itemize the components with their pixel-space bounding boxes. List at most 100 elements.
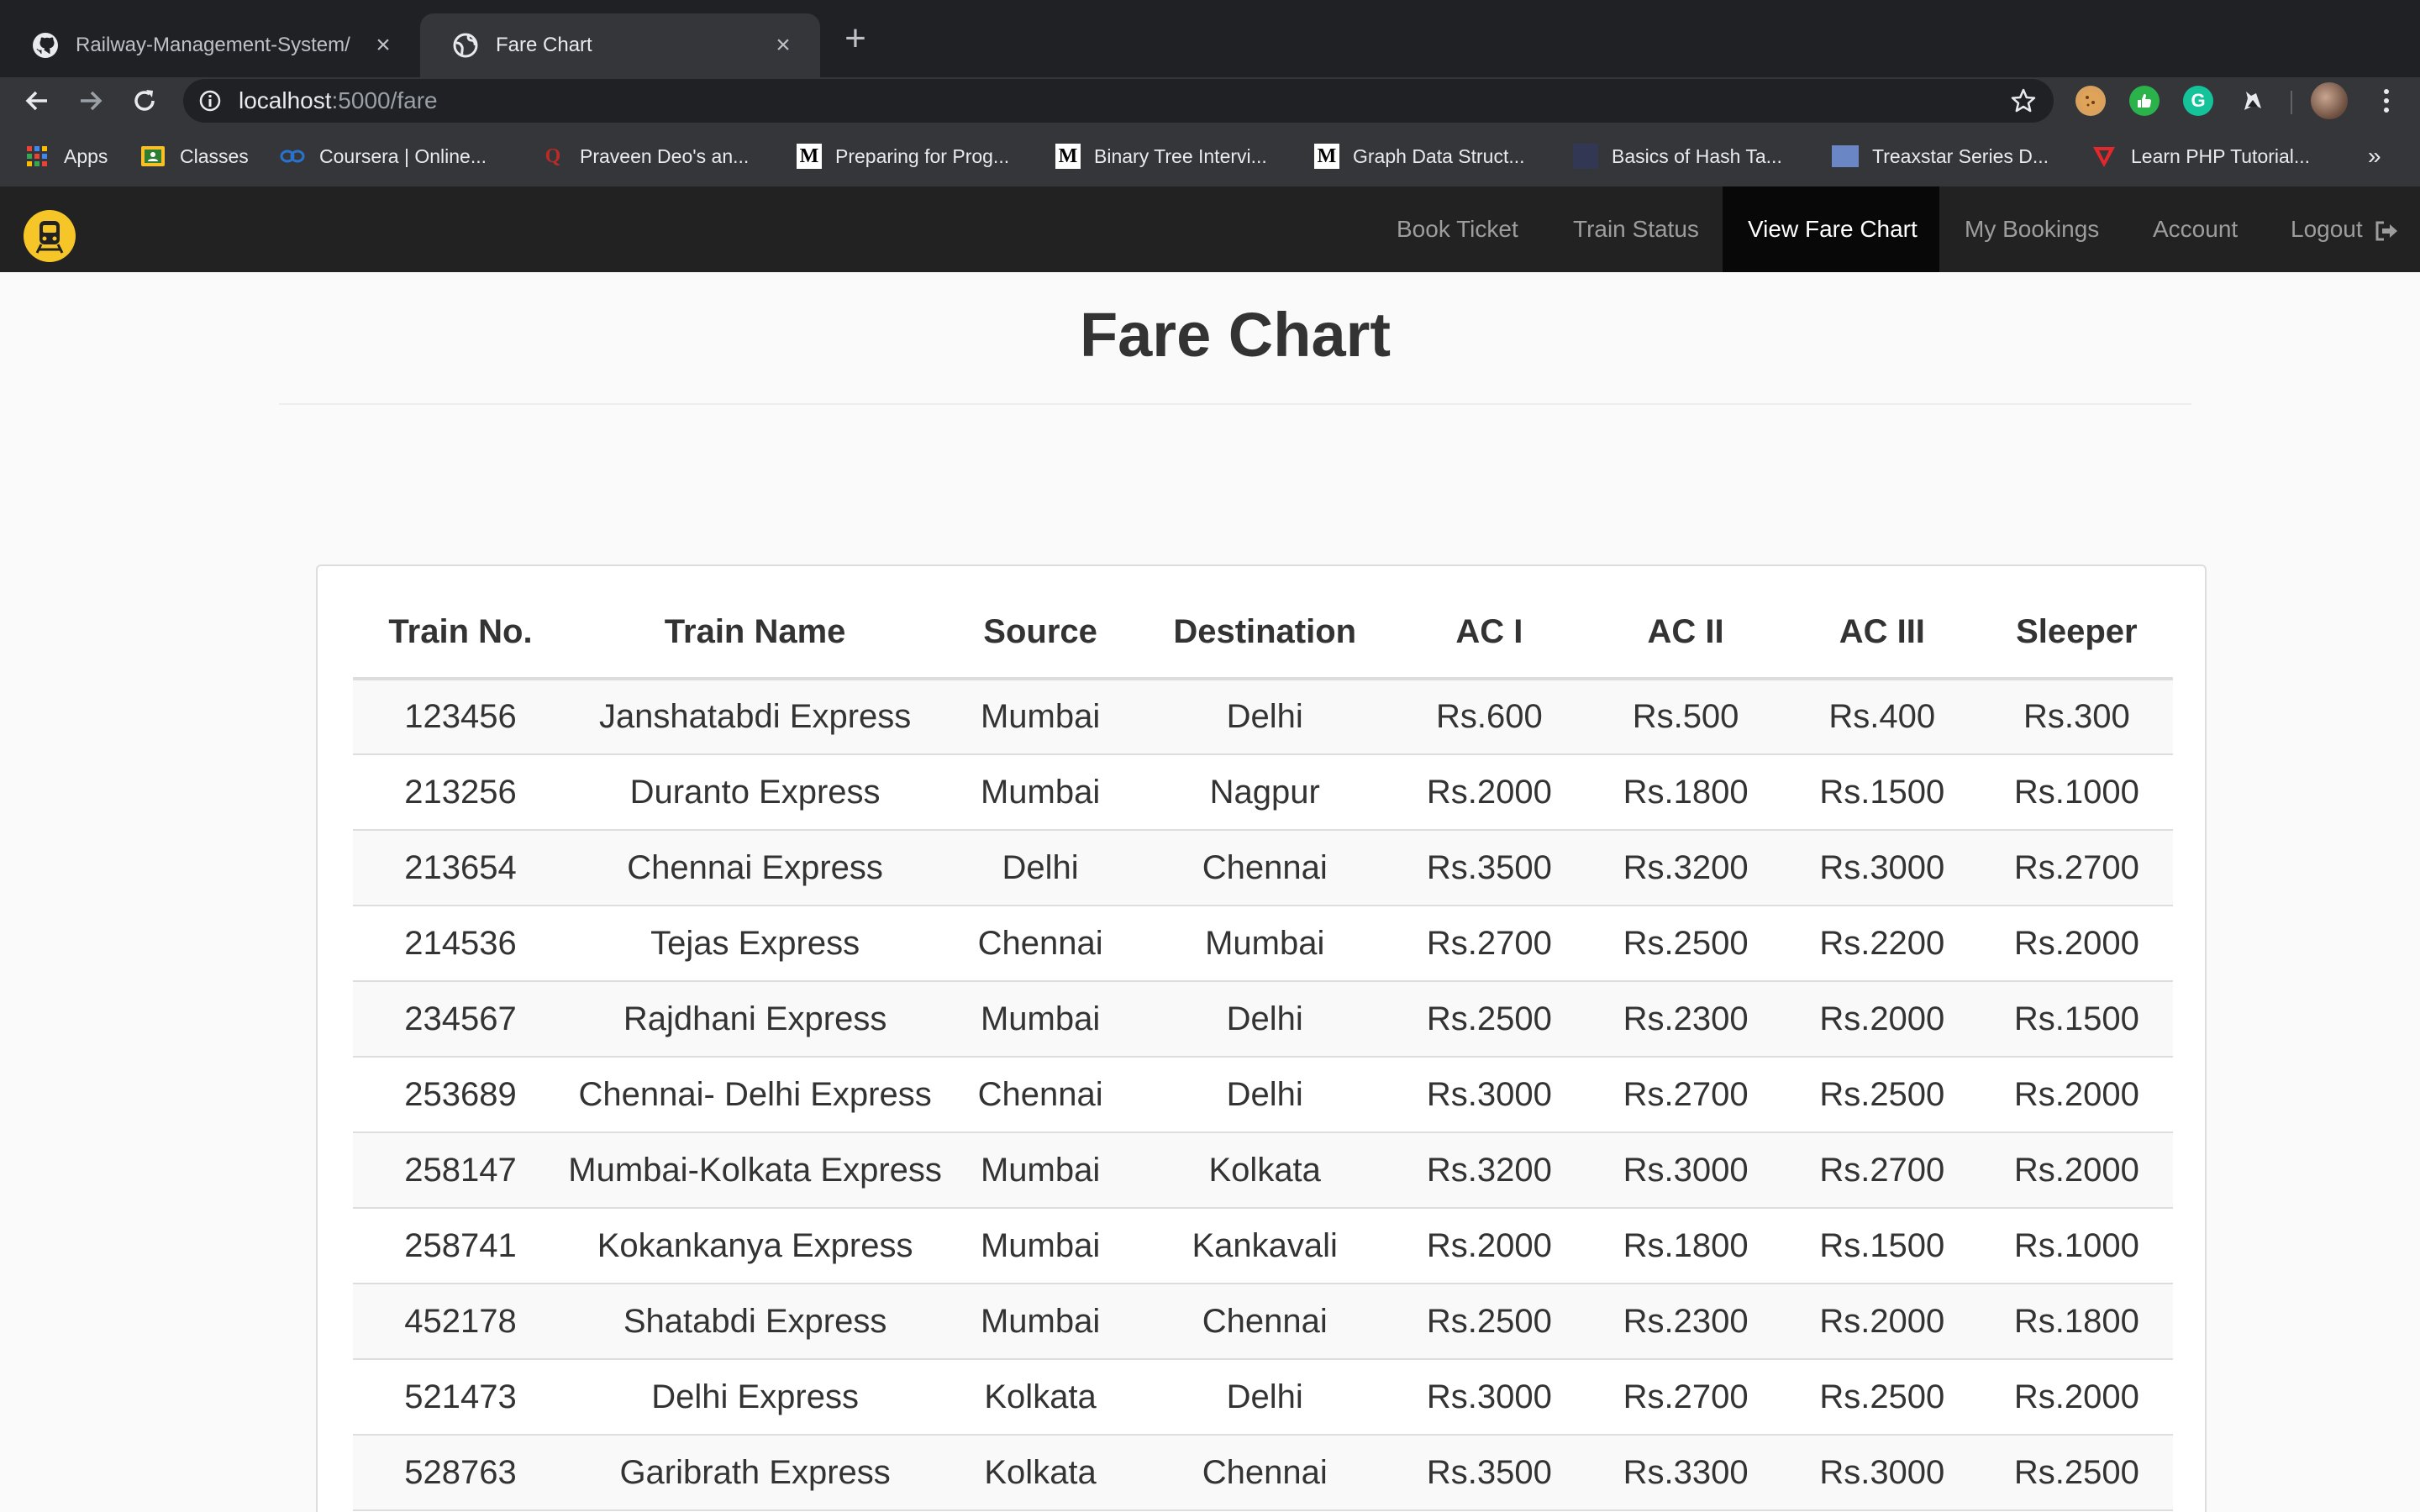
address-bar[interactable]: localhost:5000/fare	[183, 79, 2054, 123]
bookmark-apps[interactable]: Apps	[24, 139, 108, 173]
cell-destination: Nagpur	[1138, 754, 1392, 831]
cell-ac3: Rs.3000	[1783, 1435, 1981, 1511]
cell-sleeper: Rs.1800	[1980, 1284, 2173, 1360]
bookmark-learn-php[interactable]: Learn PHP Tutorial...	[2091, 139, 2310, 173]
nav-view-fare-chart[interactable]: View Fare Chart	[1723, 186, 1939, 272]
nav-book-ticket[interactable]: Book Ticket	[1371, 186, 1544, 272]
bookmark-coursera[interactable]: Coursera | Online...	[279, 139, 487, 173]
cell-train-name: Garibrath Express	[568, 1435, 943, 1511]
cell-destination: Chennai	[1138, 1284, 1392, 1360]
browser-toolbar: localhost:5000/fare G	[0, 77, 2420, 124]
tab-title: Fare Chart	[496, 34, 592, 56]
profile-avatar[interactable]	[2311, 82, 2348, 119]
bookmark-star-icon[interactable]	[2010, 87, 2037, 114]
column-header-sleeper[interactable]: Sleeper	[1980, 586, 2173, 680]
bookmark-label: Coursera | Online...	[319, 144, 487, 167]
url-path: :5000/fare	[331, 87, 438, 113]
cell-train-no: 258147	[353, 1132, 568, 1209]
classroom-icon	[139, 143, 166, 170]
cell-destination: Mumbai	[1138, 906, 1392, 982]
cell-train-name: Mumbai-Kolkata Express	[568, 1132, 943, 1209]
reload-icon[interactable]	[126, 82, 163, 119]
cell-train-name: Janshatabdi Express	[568, 679, 943, 755]
github-icon	[33, 33, 58, 58]
cell-source: Delhi	[942, 830, 1139, 906]
cell-ac3: Rs.1500	[1783, 1208, 1981, 1284]
column-header-train-no[interactable]: Train No.	[353, 586, 568, 680]
forward-icon[interactable]	[72, 82, 109, 119]
cell-ac1: Rs.2500	[1391, 981, 1588, 1058]
cell-ac3: Rs.2500	[1783, 1359, 1981, 1436]
bookmark-medium-1[interactable]: M Preparing for Prog...	[797, 139, 1009, 173]
bookmarks-overflow-icon[interactable]: »	[2368, 143, 2381, 170]
new-tab-icon[interactable]: +	[837, 20, 874, 59]
cell-train-no: 253689	[353, 1057, 568, 1133]
info-icon[interactable]	[198, 89, 222, 113]
column-header-ac3[interactable]: AC III	[1783, 586, 1981, 680]
cell-train-name: Chennai- Delhi Express	[568, 1057, 943, 1133]
cell-sleeper: Rs.1000	[1980, 1208, 2173, 1284]
column-header-ac1[interactable]: AC I	[1391, 586, 1588, 680]
cell-train-no: 214536	[353, 906, 568, 982]
bookmark-hackerearth[interactable]: Basics of Hash Ta...	[1573, 139, 1782, 173]
cell-train-no: 123456	[353, 679, 568, 755]
medium-icon: M	[1314, 144, 1339, 169]
cell-train-name: Duranto Express	[568, 754, 943, 831]
bookmark-image-icon	[1832, 145, 1859, 167]
cell-ac2: Rs.3200	[1587, 830, 1784, 906]
cell-ac1: Rs.2700	[1391, 906, 1588, 982]
close-icon[interactable]: ×	[766, 29, 800, 62]
close-icon[interactable]: ×	[366, 29, 400, 62]
column-header-destination[interactable]: Destination	[1138, 586, 1392, 680]
cell-train-name: Tejas Express	[568, 906, 943, 982]
bookmark-medium-2[interactable]: M Binary Tree Intervi...	[1055, 139, 1267, 173]
cell-train-no: 213654	[353, 830, 568, 906]
bookmarks-bar: Apps Classes Coursera | Online... Q Prav…	[0, 124, 2420, 186]
browser-tab-github[interactable]: Railway-Management-System/ ×	[0, 13, 420, 77]
bookmark-label: Preparing for Prog...	[835, 144, 1010, 167]
bookmark-quora[interactable]: Q Praveen Deo's an...	[539, 139, 750, 173]
cell-ac2: Rs.2700	[1587, 1057, 1784, 1133]
table-row: 521473 Delhi Express Kolkata Delhi Rs.3000 Rs…	[353, 1359, 2173, 1436]
cookie-extension-icon[interactable]	[2075, 86, 2106, 116]
bookmark-medium-3[interactable]: M Graph Data Struct...	[1314, 139, 1525, 173]
nav-account[interactable]: Account	[2128, 186, 2263, 272]
fare-table: Train No. Train Name Source Destination …	[353, 586, 2173, 1511]
medium-icon: M	[797, 144, 822, 169]
nav-my-bookings[interactable]: My Bookings	[1939, 186, 2124, 272]
bookmark-label: Treaxstar Series D...	[1872, 144, 2049, 167]
cell-ac3: Rs.1500	[1783, 754, 1981, 831]
back-icon[interactable]	[18, 82, 55, 119]
table-row: 234567 Rajdhani Express Mumbai Delhi Rs.2500…	[353, 981, 2173, 1058]
cell-destination: Delhi	[1138, 679, 1392, 755]
page-title: Fare Chart	[1079, 300, 1392, 370]
bookmark-treaxstar[interactable]: Treaxstar Series D...	[1832, 139, 2049, 173]
cell-ac3: Rs.2500	[1783, 1057, 1981, 1133]
cell-source: Mumbai	[942, 1132, 1139, 1209]
cell-train-no: 213256	[353, 754, 568, 831]
bookmark-label: Learn PHP Tutorial...	[2131, 144, 2311, 167]
cell-sleeper: Rs.2000	[1980, 906, 2173, 982]
browser-menu-icon[interactable]	[2370, 84, 2403, 118]
logout-icon	[2375, 221, 2398, 241]
browser-tab-fare-chart[interactable]: Fare Chart ×	[420, 13, 820, 77]
column-header-train-name[interactable]: Train Name	[568, 586, 943, 680]
cell-destination: Delhi	[1138, 1359, 1392, 1436]
grammarly-icon[interactable]: G	[2183, 86, 2213, 116]
cell-sleeper: Rs.300	[1980, 679, 2173, 755]
table-row: 258147 Mumbai-Kolkata Express Mumbai Kolkat…	[353, 1132, 2173, 1209]
nav-train-status[interactable]: Train Status	[1548, 186, 1724, 272]
bookmark-classes[interactable]: Classes	[139, 139, 249, 173]
fare-table-body: 123456 Janshatabdi Express Mumbai Delhi Rs.6…	[353, 679, 2173, 1511]
nav-logout[interactable]: Logout	[2265, 186, 2420, 272]
column-header-source[interactable]: Source	[942, 586, 1139, 680]
cell-source: Chennai	[942, 1057, 1139, 1133]
table-header-row: Train No. Train Name Source Destination …	[353, 586, 2173, 680]
train-logo-icon[interactable]	[24, 210, 76, 262]
table-row: 123456 Janshatabdi Express Mumbai Delhi Rs.6…	[353, 679, 2173, 755]
cell-destination: Delhi	[1138, 1057, 1392, 1133]
thumbs-up-extension-icon[interactable]	[2129, 86, 2160, 116]
wolf-extension-icon[interactable]	[2237, 86, 2267, 116]
app-navbar: Book Ticket Train Status View Fare Chart…	[0, 186, 2420, 272]
column-header-ac2[interactable]: AC II	[1587, 586, 1784, 680]
